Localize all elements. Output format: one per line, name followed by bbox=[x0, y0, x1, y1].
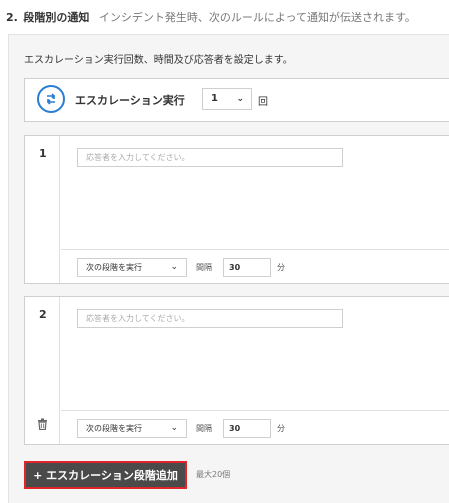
next-action-value: 次の段階を実行 bbox=[86, 424, 142, 433]
execution-count-select[interactable]: 1 ⌄ bbox=[202, 88, 252, 110]
interval-input[interactable]: 30 bbox=[223, 258, 271, 277]
panel-description: エスカレーション実行回数、時間及び応答者を設定します。 bbox=[24, 55, 293, 66]
interval-label: 間隔 bbox=[196, 263, 212, 272]
step-number: 2. bbox=[6, 11, 18, 24]
interval-unit: 分 bbox=[277, 263, 285, 272]
interval-input[interactable]: 30 bbox=[223, 419, 271, 438]
add-escalation-stage-button[interactable]: + エスカレーション段階追加 bbox=[24, 461, 187, 489]
responder-input[interactable]: 応答者を入力してください。 bbox=[77, 148, 343, 167]
chevron-down-icon: ⌄ bbox=[170, 423, 178, 433]
chevron-down-icon: ⌄ bbox=[236, 94, 244, 104]
next-action-value: 次の段階を実行 bbox=[86, 263, 142, 272]
escalation-stage: 1 応答者を入力してください。 次の段階を実行 ⌄ 間隔 30 分 bbox=[24, 135, 449, 284]
stage-number: 1 bbox=[39, 147, 47, 160]
stage-number-column: 1 bbox=[25, 136, 60, 283]
stage-number: 2 bbox=[39, 308, 47, 321]
stage-footer: 次の段階を実行 ⌄ 間隔 30 分 bbox=[61, 249, 449, 285]
next-action-select[interactable]: 次の段階を実行 ⌄ bbox=[77, 419, 187, 438]
stage-number-column: 2 bbox=[25, 297, 60, 444]
section-description: インシデント発生時、次のルールによって通知が伝送されます。 bbox=[98, 11, 416, 24]
execution-count-value: 1 bbox=[211, 93, 218, 104]
next-action-select[interactable]: 次の段階を実行 ⌄ bbox=[77, 258, 187, 277]
stage-footer: 次の段階を実行 ⌄ 間隔 30 分 bbox=[61, 410, 449, 446]
escalation-stage: 2 応答者を入力してください。 次の段階を実行 ⌄ 間隔 30 分 bbox=[24, 296, 449, 445]
interval-label: 間隔 bbox=[196, 424, 212, 433]
execution-label: エスカレーション実行 bbox=[75, 94, 185, 107]
execution-unit: 回 bbox=[258, 97, 268, 108]
responder-input[interactable]: 応答者を入力してください。 bbox=[77, 309, 343, 328]
chevron-down-icon: ⌄ bbox=[170, 262, 178, 272]
max-stages-note: 最大20個 bbox=[196, 470, 231, 479]
repeat-icon bbox=[37, 85, 65, 113]
trash-icon[interactable] bbox=[37, 418, 48, 433]
section-title: 段階別の通知 bbox=[23, 11, 90, 24]
section-header: 2. 段階別の通知 インシデント発生時、次のルールによって通知が伝送されます。 bbox=[6, 9, 416, 25]
interval-unit: 分 bbox=[277, 424, 285, 433]
